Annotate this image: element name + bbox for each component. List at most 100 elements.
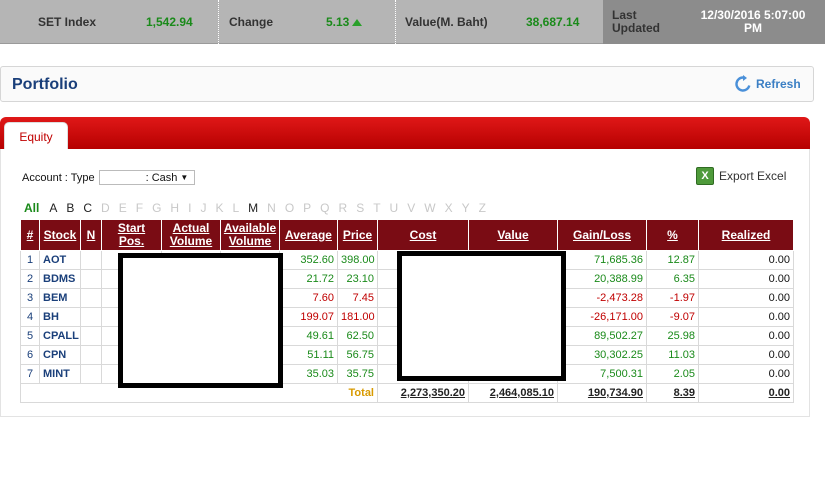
gain-loss-cell: -26,171.00 (557, 307, 647, 327)
filter-letter: S (356, 201, 365, 215)
total-gain-loss: 190,734.90 (557, 383, 647, 403)
col-header-available-line2: Volume (228, 234, 272, 248)
percent-cell: 11.03 (646, 345, 699, 365)
average-cell: 35.03 (279, 364, 338, 384)
col-header-stock[interactable]: Stock (39, 219, 81, 251)
set-index-label: SET Index (38, 15, 97, 29)
row-number: 4 (20, 307, 40, 327)
realized-cell: 0.00 (698, 345, 794, 365)
average-cell: 21.72 (279, 269, 338, 289)
total-realized: 0.00 (698, 383, 794, 403)
col-header-price[interactable]: Price (337, 219, 378, 251)
gain-loss-cell: 7,500.31 (557, 364, 647, 384)
col-header-n[interactable]: N (80, 219, 102, 251)
last-updated-box: Last Updated 12/30/2016 5:07:00 PM (603, 0, 825, 44)
stock-symbol[interactable]: CPALL (39, 326, 81, 346)
filter-all[interactable]: All (24, 201, 39, 215)
account-type-select[interactable]: : Cash ▼ (98, 170, 195, 185)
col-header-actual-line2: Volume (169, 234, 213, 248)
row-number: 1 (20, 250, 40, 270)
percent-cell: 6.35 (646, 269, 699, 289)
filter-letter[interactable]: A (49, 201, 57, 215)
row-number: 2 (20, 269, 40, 289)
average-cell: 51.11 (279, 345, 338, 365)
filter-letter[interactable]: M (248, 201, 258, 215)
filter-letter: X (444, 201, 453, 215)
filter-letter: V (407, 201, 416, 215)
ticker-divider (218, 0, 219, 44)
stock-symbol[interactable]: BH (39, 307, 81, 327)
table-header-row: # Stock N Start Pos. Actual Volume Avail… (20, 219, 794, 251)
price-cell: 35.75 (337, 364, 378, 384)
tab-equity[interactable]: Equity (4, 122, 68, 150)
filter-letter: W (424, 201, 436, 215)
realized-cell: 0.00 (698, 250, 794, 270)
change-label: Change (229, 15, 274, 29)
filter-letter: E (118, 201, 127, 215)
row-number: 5 (20, 326, 40, 346)
account-selector: Account : Type : Cash ▼ (22, 170, 195, 185)
stock-symbol[interactable]: BEM (39, 288, 81, 308)
gain-loss-cell: -2,473.28 (557, 288, 647, 308)
tab-bar (0, 117, 810, 149)
dropdown-arrow-icon: ▼ (180, 173, 189, 182)
export-excel-button[interactable]: X Export Excel (696, 167, 786, 185)
price-cell: 56.75 (337, 345, 378, 365)
filter-letter: P (303, 201, 312, 215)
col-header-num[interactable]: # (20, 219, 40, 251)
realized-cell: 0.00 (698, 307, 794, 327)
row-number: 3 (20, 288, 40, 308)
average-cell: 199.07 (279, 307, 338, 327)
percent-cell: -1.97 (646, 288, 699, 308)
filter-letter: K (215, 201, 224, 215)
average-cell: 49.61 (279, 326, 338, 346)
price-cell: 62.50 (337, 326, 378, 346)
stock-symbol[interactable]: BDMS (39, 269, 81, 289)
percent-cell: 25.98 (646, 326, 699, 346)
realized-cell: 0.00 (698, 326, 794, 346)
filter-letter[interactable]: C (83, 201, 92, 215)
gain-loss-cell: 20,388.99 (557, 269, 647, 289)
realized-cell: 0.00 (698, 288, 794, 308)
col-header-cost[interactable]: Cost (377, 219, 469, 251)
filter-letter: T (373, 201, 381, 215)
col-header-available-volume[interactable]: Available Volume (220, 219, 280, 251)
filter-letter: G (152, 201, 162, 215)
percent-cell: -9.07 (646, 307, 699, 327)
col-header-value[interactable]: Value (468, 219, 558, 251)
stock-symbol[interactable]: AOT (39, 250, 81, 270)
col-header-realized[interactable]: Realized (698, 219, 794, 251)
portfolio-header: Portfolio Refresh (0, 66, 814, 102)
n-cell (80, 345, 102, 365)
redaction-box-volumes (118, 253, 283, 388)
col-header-actual-volume[interactable]: Actual Volume (161, 219, 221, 251)
change-value: 5.13 (326, 15, 350, 29)
filter-letter[interactable]: B (66, 201, 74, 215)
ticker-divider (395, 0, 396, 44)
filter-letter: R (338, 201, 348, 215)
stock-symbol[interactable]: MINT (39, 364, 81, 384)
market-ticker-bar: SET Index 1,542.94 Change 5.13 Value(M. … (0, 0, 825, 44)
up-arrow-icon (352, 18, 363, 26)
col-header-percent[interactable]: % (646, 219, 699, 251)
total-percent: 8.39 (646, 383, 699, 403)
total-value: 2,464,085.10 (468, 383, 558, 403)
value-amount: 38,687.14 (526, 15, 580, 29)
average-cell: 352.60 (279, 250, 338, 270)
col-header-gain-loss[interactable]: Gain/Loss (557, 219, 647, 251)
col-header-average[interactable]: Average (279, 219, 338, 251)
value-label: Value(M. Baht) (405, 15, 488, 29)
n-cell (80, 250, 102, 270)
row-number: 6 (20, 345, 40, 365)
filter-letter: N (267, 201, 276, 215)
realized-cell: 0.00 (698, 364, 794, 384)
redaction-box-cost-value (397, 251, 566, 381)
col-header-start-pos[interactable]: Start Pos. (101, 219, 162, 251)
refresh-button[interactable]: Refresh (734, 75, 801, 93)
filter-letter: Z (478, 201, 486, 215)
n-cell (80, 269, 102, 289)
gain-loss-cell: 89,502.27 (557, 326, 647, 346)
gain-loss-cell: 30,302.25 (557, 345, 647, 365)
stock-symbol[interactable]: CPN (39, 345, 81, 365)
excel-icon: X (696, 167, 714, 185)
